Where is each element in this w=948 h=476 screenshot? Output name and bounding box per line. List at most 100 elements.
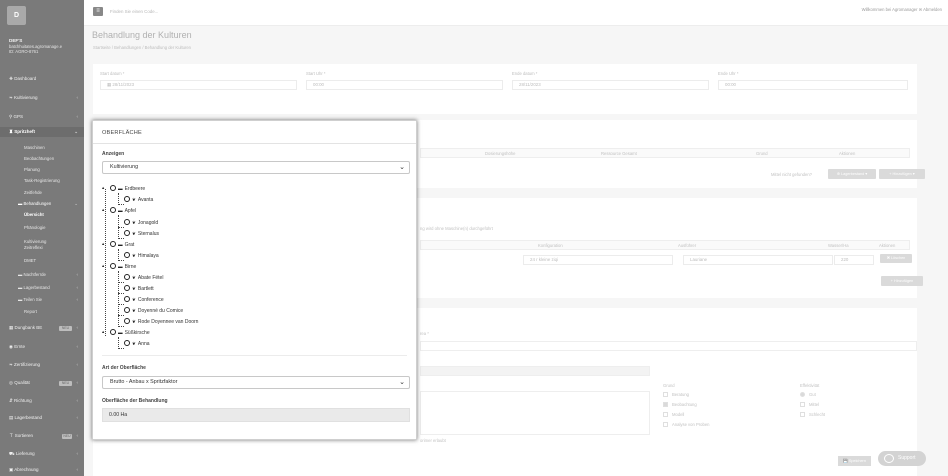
sidebar-item-planung[interactable]: Planung	[0, 165, 84, 175]
tree-node-parent[interactable]: ▬ Apfel	[110, 207, 136, 215]
chevron-down-icon: ⌄	[74, 129, 78, 134]
sidebar-item-spritzheft[interactable]: ♜ Spritzheft ⌄	[0, 127, 84, 137]
sidebar-item-zeitfehde[interactable]: Zeitfehde	[0, 188, 84, 198]
sidebar-item-teilen[interactable]: ▬ Teilen Sie ‹	[0, 295, 84, 305]
radio-button[interactable]	[124, 252, 130, 258]
tree-node-leaf[interactable]: ❦ Sternalus	[124, 230, 159, 238]
sidebar-item-dashboard[interactable]: ❖ Dashboard	[0, 74, 84, 84]
support-button[interactable]: Support	[878, 451, 926, 466]
radio-button[interactable]	[110, 185, 116, 191]
farm-info: DEF'S batchhuitates.agromanage.e ID: AGR…	[9, 38, 81, 55]
leaf-icon: ❦	[132, 297, 136, 302]
radio-button[interactable]	[124, 340, 130, 346]
popup-divider	[102, 355, 407, 356]
sidebar: D DEF'S batchhuitates.agromanage.e ID: A…	[0, 0, 84, 476]
tree-connector	[118, 227, 124, 228]
radio-button[interactable]	[124, 219, 130, 225]
tree-node-leaf[interactable]: ❦ Jonagold	[124, 219, 158, 227]
sidebar-item-dungbank[interactable]: ▦ Dungbank BE NEU ‹	[0, 323, 84, 333]
leaf-icon: ❦	[132, 341, 136, 346]
tree-node-leaf[interactable]: ❦ Anna	[124, 340, 150, 348]
sidebar-item-behandlungen[interactable]: ▬ Behandlungen ⌄	[0, 199, 84, 209]
tree-node-parent[interactable]: ▬ Süßkirsche	[110, 329, 150, 337]
chevron-left-icon: ‹	[76, 380, 79, 385]
display-select[interactable]: Kultivierung ⌄	[102, 161, 410, 174]
chevron-left-icon: ‹	[76, 433, 79, 438]
chevron-left-icon: ‹	[76, 451, 79, 456]
tree-connector	[118, 304, 124, 305]
radio-button[interactable]	[124, 296, 130, 302]
tree-connector	[105, 189, 106, 336]
leaf-icon: ❦	[132, 308, 136, 313]
new-badge: NEU	[62, 433, 72, 439]
sidebar-item-sortieren[interactable]: Ｔ Sortieren NEU ‹	[0, 431, 84, 441]
radio-button[interactable]	[110, 241, 116, 247]
radio-button[interactable]	[124, 230, 130, 236]
popup-divider	[93, 143, 416, 144]
chevron-left-icon: ‹	[76, 272, 79, 277]
chevron-left-icon: ‹	[76, 297, 79, 302]
folder-icon: ▬	[118, 330, 123, 335]
tree-connector	[118, 326, 124, 327]
tree-connector	[118, 348, 124, 349]
sidebar-item-richtung[interactable]: ⇵ Richtung ‹	[0, 396, 84, 406]
sidebar-item-phaenologie[interactable]: Phänologie	[0, 223, 84, 233]
tree-node-parent[interactable]: ▬ Erdbeere	[110, 185, 145, 193]
tree-node-leaf[interactable]: ❦ Conference	[124, 296, 164, 304]
app-logo[interactable]: D	[7, 6, 26, 25]
sidebar-item-nachtferrde[interactable]: ▬ Nachtferrde ‹	[0, 270, 84, 280]
sidebar-item-report[interactable]: Report	[0, 307, 84, 317]
sidebar-item-task-registrierung[interactable]: Task-Registrierung	[0, 176, 84, 186]
tree-connector	[118, 238, 124, 239]
tree-node-parent[interactable]: ▬ Birne	[110, 263, 136, 271]
sidebar-item-qualitaet[interactable]: ◎ Qualität NEU ‹	[0, 378, 84, 388]
sidebar-item-abrechnung[interactable]: ▣ Abrechnung ‹	[0, 465, 84, 475]
sidebar-item-gps[interactable]: ⚲ GPS ‹	[0, 112, 84, 122]
surface-type-select[interactable]: Brutto - Anbau x Spritzfaktor ⌄	[102, 376, 410, 389]
sidebar-item-lieferung[interactable]: ⛟ Lieferung ‹	[0, 449, 84, 459]
radio-button[interactable]	[124, 196, 130, 202]
tree-toggle[interactable]: ▴	[102, 241, 104, 247]
radio-button[interactable]	[110, 207, 116, 213]
radio-button[interactable]	[124, 318, 130, 324]
tree-node-leaf[interactable]: ❦ Abate Fétel	[124, 274, 163, 282]
tree-toggle[interactable]: ▴	[102, 185, 104, 191]
sidebar-item-ernte[interactable]: ◉ Ernte ‹	[0, 342, 84, 352]
radio-button[interactable]	[110, 263, 116, 269]
menu-toggle-icon[interactable]: ≡	[93, 7, 103, 16]
tree-node-leaf[interactable]: ❦ Bartlett	[124, 285, 154, 293]
chevron-down-icon: ⌄	[74, 201, 78, 206]
radio-button[interactable]	[110, 329, 116, 335]
folder-icon: ▬	[118, 208, 123, 213]
sidebar-item-beobachtungen[interactable]: Beobachtungen	[0, 154, 84, 164]
leaf-icon: ❦	[132, 231, 136, 236]
tree-node-leaf[interactable]: ❦ Himalaya	[124, 252, 159, 260]
tree-node-leaf[interactable]: ❦ Rode Doyennee van Doorn	[124, 318, 198, 326]
new-badge: NEU	[59, 380, 72, 386]
radio-button[interactable]	[124, 307, 130, 313]
sidebar-item-lagerbestand-sub[interactable]: ▬ Lagerbestand ‹	[0, 283, 84, 293]
tree-toggle[interactable]: ▴	[102, 263, 104, 269]
popup-title: OBERFLÄCHE	[102, 130, 142, 136]
radio-button[interactable]	[124, 285, 130, 291]
tree-node-parent[interactable]: ▬ Grat	[110, 241, 134, 249]
search-input[interactable]: Finden Sie einen Code...	[110, 9, 158, 14]
sidebar-item-kultivierung[interactable]: ❧ Kultivierung ‹	[0, 93, 84, 103]
chevron-left-icon: ‹	[76, 344, 79, 349]
tree-node-leaf[interactable]: ❦ Avanta	[124, 196, 153, 204]
sidebar-item-dmet[interactable]: DMET	[0, 256, 84, 266]
tree-node-leaf[interactable]: ❦ Doyenné du Comice	[124, 307, 183, 315]
chevron-left-icon: ‹	[76, 415, 79, 420]
chevron-left-icon: ‹	[76, 95, 79, 100]
folder-icon: ▬	[118, 242, 123, 247]
user-menu[interactable]: Willkommen bei Agromanager ✉ Abmelden	[862, 7, 942, 12]
sidebar-item-kultivierung-zeitreflexi[interactable]: Kultivierung Zeitreflexi	[0, 236, 60, 252]
sidebar-item-zertifizierung[interactable]: ❧ Zertifizierung ‹	[0, 360, 84, 370]
radio-button[interactable]	[124, 274, 130, 280]
sidebar-item-uebersicht[interactable]: Übersicht	[0, 210, 84, 220]
folder-icon: ▬	[118, 264, 123, 269]
sidebar-item-lagerbestand[interactable]: ▤ Lagerbestand ‹	[0, 413, 84, 423]
sidebar-item-maschinen[interactable]: Maschinen	[0, 143, 84, 153]
tree-toggle[interactable]: ▴	[102, 329, 104, 335]
tree-toggle[interactable]: ▴	[102, 207, 104, 213]
